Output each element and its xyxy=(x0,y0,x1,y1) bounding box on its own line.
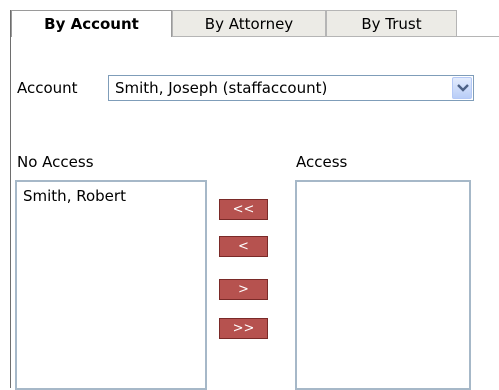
chevron-down-icon xyxy=(457,84,469,92)
access-listbox[interactable] xyxy=(295,180,471,390)
dropdown-arrow-button[interactable] xyxy=(452,77,472,99)
account-select[interactable]: Smith, Joseph (staffaccount) xyxy=(108,75,474,101)
account-label: Account xyxy=(17,79,78,97)
move-left-button[interactable]: < xyxy=(219,236,268,257)
move-all-left-button[interactable]: << xyxy=(219,199,268,220)
list-item[interactable]: Smith, Robert xyxy=(23,187,126,205)
account-select-value: Smith, Joseph (staffaccount) xyxy=(115,79,328,97)
tab-by-account[interactable]: By Account xyxy=(11,10,172,37)
tab-by-trust[interactable]: By Trust xyxy=(326,10,457,36)
tab-by-attorney[interactable]: By Attorney xyxy=(172,10,326,36)
move-all-right-button[interactable]: >> xyxy=(219,318,268,339)
move-right-button[interactable]: > xyxy=(219,279,268,300)
tab-bar: By Account By Attorney By Trust xyxy=(11,10,499,37)
no-access-label: No Access xyxy=(17,153,94,171)
no-access-listbox[interactable]: Smith, Robert xyxy=(15,180,207,390)
access-label: Access xyxy=(296,153,348,171)
